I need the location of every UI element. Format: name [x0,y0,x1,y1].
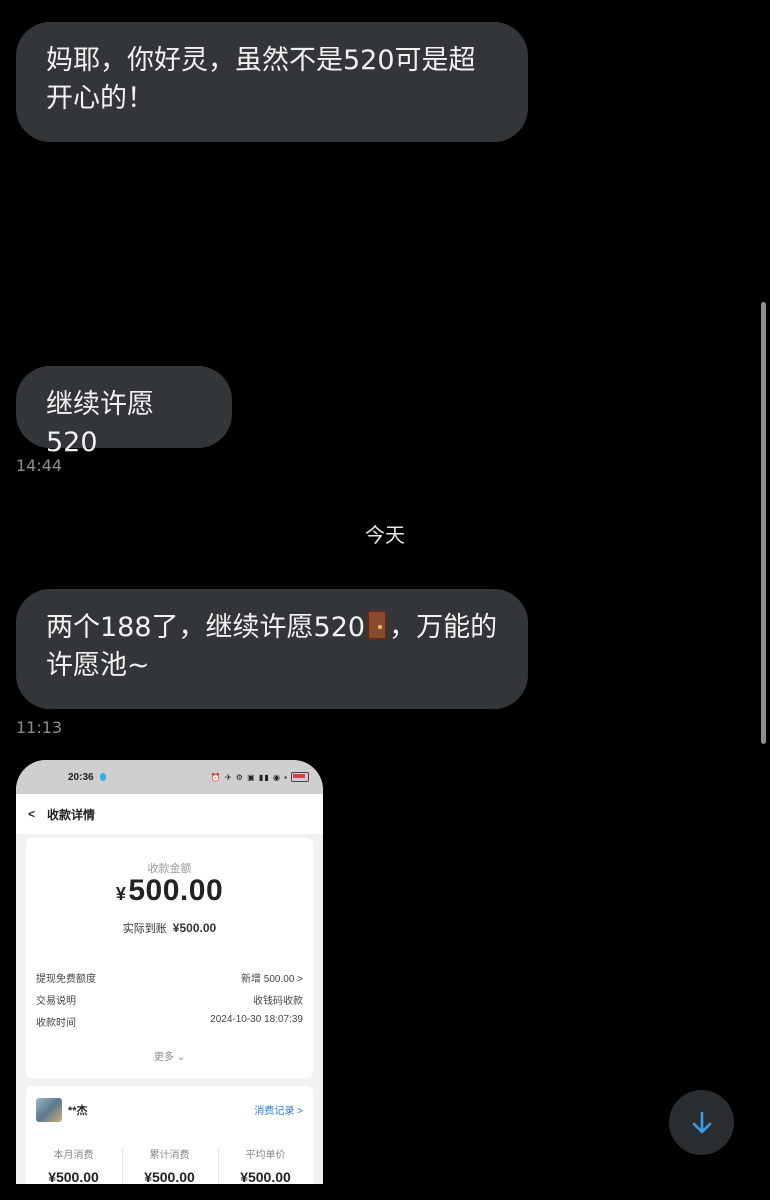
payment-detail-card: 收款金额 ¥500.00 实际到账 ¥500.00 提现免费额度 新增 500.00… [26,838,313,1078]
status-time: 20:36 [68,771,94,783]
embedded-status-bar: 20:36 ⏰ ✈ ⚙ ▣ ▮▮ ◉ ▪ [16,760,323,794]
net-amount: ¥500.00 [172,921,217,935]
day-separator: 今天 [365,523,405,547]
row-value: 收钱码收款 [253,996,303,1007]
message-bubble[interactable]: 继续许愿520 [16,366,232,458]
stat-item: 累计消费 ¥500.00 [122,1146,217,1184]
row-key: 收款时间 [36,1018,76,1029]
amount-number: 500.00 [128,874,224,907]
message-bubble[interactable]: 妈耶，你好灵，虽然不是520可是超开心的！ [16,22,528,142]
message-text: 继续许愿520 [46,389,154,458]
more-toggle: 更多 ⌄ [26,1048,313,1063]
scrollbar[interactable] [761,302,766,744]
stat-label: 平均单价 [245,1150,286,1161]
message-timestamp: 14:44 [16,456,63,475]
message-text: 两个188了，继续许愿520 [46,612,366,643]
status-icons: ⏰ ✈ ⚙ ▣ ▮▮ ◉ ▪ [210,772,288,782]
net-received: 实际到账 ¥500.00 [26,920,313,936]
stat-label: 累计消费 [149,1150,190,1161]
stat-item: 本月消费 ¥500.00 [26,1146,121,1184]
payer-card: **杰 消费记录 > 本月消费 ¥500.00 累计消费 ¥500.00 平均单价 ¥… [26,1086,313,1184]
back-chevron-icon: < [28,807,36,821]
row-value: 新增 500.00 > [241,974,303,985]
chevron-down-icon: ⌄ [176,1052,186,1063]
stat-value: ¥500.00 [240,1169,291,1184]
net-label: 实际到账 [122,923,167,935]
row-key: 提现免费额度 [36,974,96,985]
currency-symbol: ¥ [115,884,127,904]
message-bubble[interactable]: 两个188了，继续许愿520 ，万能的许愿池~ [16,589,528,709]
amount-value: ¥500.00 [26,874,313,908]
stat-value: ¥500.00 [48,1169,99,1184]
message-timestamp: 11:13 [16,718,63,737]
image-message[interactable]: 20:36 ⏰ ✈ ⚙ ▣ ▮▮ ◉ ▪ < 收款详情 收款金额 ¥500.00… [16,760,323,1184]
arrow-down-icon [692,1111,711,1133]
message-text: 妈耶，你好灵，虽然不是520可是超开心的！ [46,45,476,114]
detail-row: 收款时间 2024-10-30 18:07:39 [36,1014,303,1032]
notification-dot-icon [99,773,106,781]
door-emoji-icon [367,610,388,640]
records-link: 消费记录 > [254,1106,303,1117]
stat-label: 本月消费 [53,1150,94,1161]
more-label: 更多 [153,1052,174,1063]
payer-name: **杰 [68,1105,88,1117]
row-value: 2024-10-30 18:07:39 [210,1014,303,1025]
scroll-to-bottom-button[interactable] [669,1090,734,1155]
embedded-nav-bar: < 收款详情 [16,794,323,834]
row-key: 交易说明 [36,996,76,1007]
avatar [36,1098,62,1122]
stat-item: 平均单价 ¥500.00 [218,1146,313,1184]
battery-icon [291,772,309,782]
detail-row: 提现免费额度 新增 500.00 > [36,970,303,988]
detail-row: 交易说明 收钱码收款 [36,992,303,1010]
embedded-page-title: 收款详情 [47,807,96,822]
stat-value: ¥500.00 [144,1169,195,1184]
